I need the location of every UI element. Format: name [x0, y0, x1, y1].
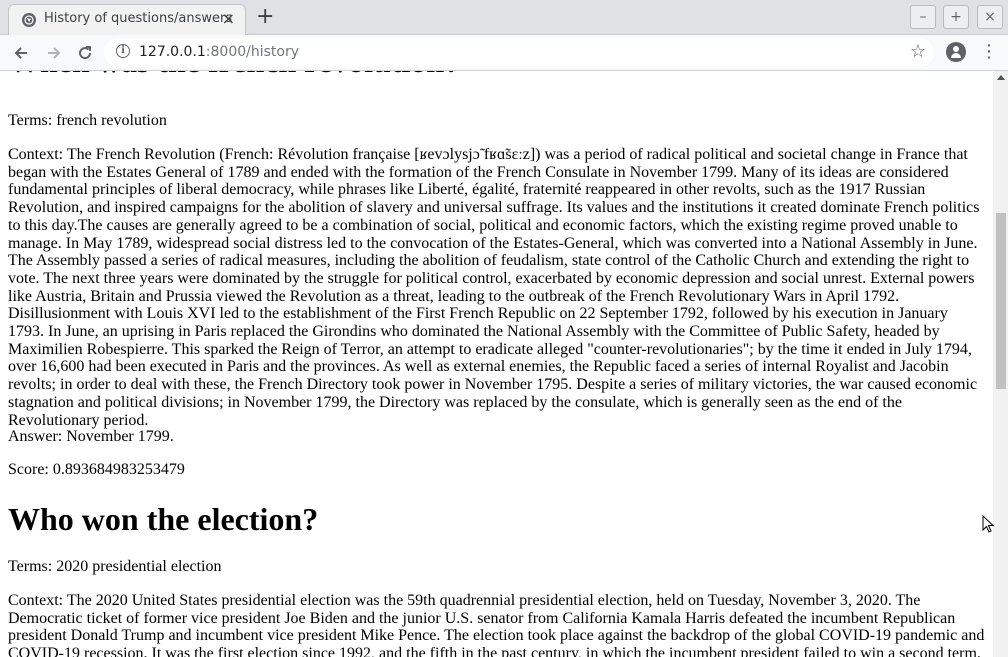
new-tab-button[interactable]: + [256, 6, 274, 28]
question-heading: When was the french revolution? [8, 71, 460, 80]
page-scrollbar[interactable] [993, 71, 1008, 657]
browser-tab[interactable]: History of questions/answers × [8, 4, 246, 35]
scroll-up-arrow-icon[interactable] [997, 75, 1005, 80]
question-answer: Answer: November 1799. [8, 428, 174, 445]
tab-close-icon[interactable]: × [222, 10, 235, 28]
site-favicon-icon [22, 13, 36, 27]
tab-strip: History of questions/answers × + – + × [0, 0, 1008, 35]
reload-icon[interactable] [73, 41, 97, 65]
bookmark-star-icon[interactable]: ☆ [910, 41, 926, 62]
back-arrow-icon[interactable] [9, 41, 33, 65]
url-path: :8000/history [205, 44, 300, 60]
question-terms: Terms: french revolution [8, 112, 167, 129]
browser-menu-icon[interactable]: ⋮ [980, 41, 998, 63]
question-score: Score: 0.893684983253479 [8, 461, 185, 478]
url-host: 127.0.0.1 [139, 44, 206, 60]
window-minimize-button[interactable]: – [910, 5, 936, 29]
address-bar[interactable]: i 127.0.0.1:8000/history ☆ [104, 38, 934, 67]
tab-title: History of questions/answers [44, 11, 233, 26]
question-heading: Who won the election? [8, 501, 319, 537]
forward-arrow-icon[interactable] [42, 41, 66, 65]
page-viewport: When was the french revolution? Terms: f… [0, 71, 993, 657]
profile-avatar-icon[interactable] [946, 42, 966, 62]
mouse-cursor-icon [982, 514, 995, 537]
question-context: Context: The 2020 United States presiden… [8, 592, 985, 657]
window-close-button[interactable]: × [977, 5, 1003, 29]
site-info-icon[interactable]: i [116, 44, 130, 58]
question-context: Context: The French Revolution (French: … [8, 146, 980, 429]
scrollbar-thumb[interactable] [996, 213, 1006, 389]
question-terms: Terms: 2020 presidential election [8, 558, 222, 575]
window-maximize-button[interactable]: + [943, 5, 969, 29]
browser-toolbar: i 127.0.0.1:8000/history ☆ [0, 35, 1008, 71]
url-text: 127.0.0.1:8000/history [139, 44, 299, 60]
